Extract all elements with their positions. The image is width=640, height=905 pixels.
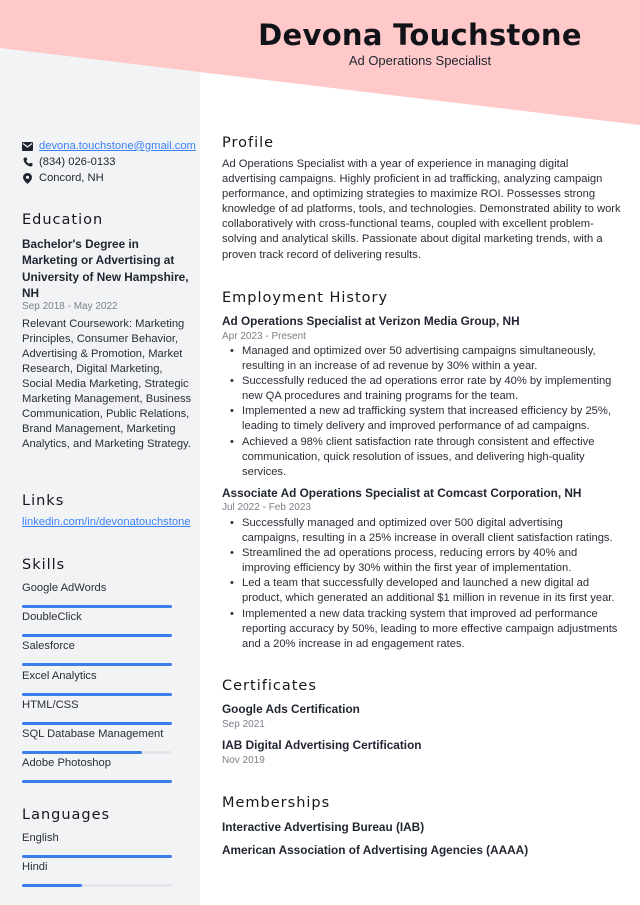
membership-2: American Association of Advertising Agen…: [222, 843, 529, 857]
education-coursework: Relevant Coursework: Marketing Principle…: [22, 318, 192, 450]
email-link[interactable]: devona.touchstone@gmail.com: [39, 140, 196, 152]
skill-item: DoubleClick: [22, 610, 172, 638]
skill-level-track: [22, 634, 172, 638]
job-title-2: Associate Ad Operations Specialist at Co…: [222, 486, 582, 500]
certificate-title-1: Google Ads Certification: [222, 702, 360, 716]
certificates-heading: Certificates: [222, 678, 317, 694]
skill-level-fill: [22, 663, 172, 667]
job-title-1: Ad Operations Specialist at Verizon Medi…: [222, 314, 520, 328]
skill-label: DoubleClick: [22, 611, 82, 624]
job-bullet: Managed and optimized over 50 advertisin…: [230, 344, 622, 374]
phone-icon: [22, 157, 33, 168]
skill-item: Salesforce: [22, 639, 172, 667]
skill-label: Excel Analytics: [22, 669, 97, 682]
skill-level-fill: [22, 605, 172, 608]
skill-label: Salesforce: [22, 640, 75, 653]
skill-item: SQL Database Management: [22, 727, 172, 754]
skill-level-track: [22, 751, 172, 754]
education-degree: Bachelor's Degree in Marketing or Advert…: [22, 237, 189, 300]
contact-email: devona.touchstone@gmail.com: [22, 138, 196, 154]
skill-item: Excel Analytics: [22, 669, 172, 696]
certificate-title-2: IAB Digital Advertising Certification: [222, 738, 422, 752]
skill-level-track: [22, 721, 172, 725]
job-bullet: Successfully reduced the ad operations e…: [230, 374, 622, 404]
certificate-date-2: Nov 2019: [222, 755, 265, 766]
skill-level-track: [22, 663, 172, 667]
job-bullets-1: Managed and optimized over 50 advertisin…: [230, 344, 622, 480]
language-label: English: [22, 832, 59, 844]
job-bullet: Successfully managed and optimized over …: [230, 516, 622, 546]
skill-label: SQL Database Management: [22, 728, 164, 740]
memberships-heading: Memberships: [222, 795, 331, 811]
education-dates: Sep 2018 - May 2022: [22, 301, 118, 312]
employment-heading: Employment History: [222, 290, 389, 306]
contact-location: Concord, NH: [22, 170, 104, 186]
envelope-icon: [22, 141, 33, 152]
job-bullet: Led a team that successfully developed a…: [230, 576, 622, 606]
language-level-fill: [22, 855, 172, 858]
location-text: Concord, NH: [39, 172, 104, 184]
skills-heading: Skills: [22, 557, 66, 573]
language-level-track: [22, 855, 172, 858]
skill-label: Adobe Photoshop: [22, 757, 111, 770]
candidate-name: Devona Touchstone: [258, 18, 582, 52]
language-item: Hindi: [22, 860, 172, 888]
skill-level-fill: [22, 721, 172, 725]
skill-item: Google AdWords: [22, 581, 172, 608]
language-item: English: [22, 831, 172, 858]
job-dates-1: Apr 2023 - Present: [222, 331, 306, 342]
links-heading: Links: [22, 493, 65, 509]
skill-level-track: [22, 605, 172, 608]
skill-label: Google AdWords: [22, 582, 107, 594]
education-heading: Education: [22, 212, 104, 228]
language-level-track: [22, 884, 172, 888]
skill-label: HTML/CSS: [22, 698, 79, 711]
contact-phone: (834) 026-0133: [22, 154, 116, 170]
map-pin-icon: [22, 172, 33, 184]
job-bullet: Implemented a new data tracking system t…: [230, 607, 622, 652]
skill-level-fill: [22, 780, 172, 784]
skill-level-track: [22, 692, 172, 696]
language-label: Hindi: [22, 861, 48, 874]
membership-1: Interactive Advertising Bureau (IAB): [222, 820, 425, 834]
profile-text: Ad Operations Specialist with a year of …: [222, 158, 621, 261]
skill-level-fill: [22, 634, 172, 638]
language-level-fill: [22, 884, 82, 888]
job-bullet: Implemented a new ad trafficking system …: [230, 404, 622, 434]
skill-item: HTML/CSS: [22, 698, 172, 725]
languages-heading: Languages: [22, 807, 111, 823]
candidate-title: Ad Operations Specialist: [348, 53, 492, 68]
skill-item: Adobe Photoshop: [22, 756, 172, 784]
skill-level-track: [22, 780, 172, 784]
certificate-date-1: Sep 2021: [222, 719, 265, 730]
job-bullets-2: Successfully managed and optimized over …: [230, 516, 622, 652]
profile-heading: Profile: [222, 135, 275, 151]
job-bullet: Achieved a 98% client satisfaction rate …: [230, 435, 622, 480]
job-dates-2: Jul 2022 - Feb 2023: [222, 502, 311, 513]
job-bullet: Streamlined the ad operations process, r…: [230, 546, 622, 576]
linkedin-link[interactable]: linkedin.com/in/devonatouchstone: [22, 516, 191, 528]
skill-level-fill: [22, 751, 142, 754]
skill-level-fill: [22, 692, 172, 696]
phone-number: (834) 026-0133: [39, 156, 116, 168]
